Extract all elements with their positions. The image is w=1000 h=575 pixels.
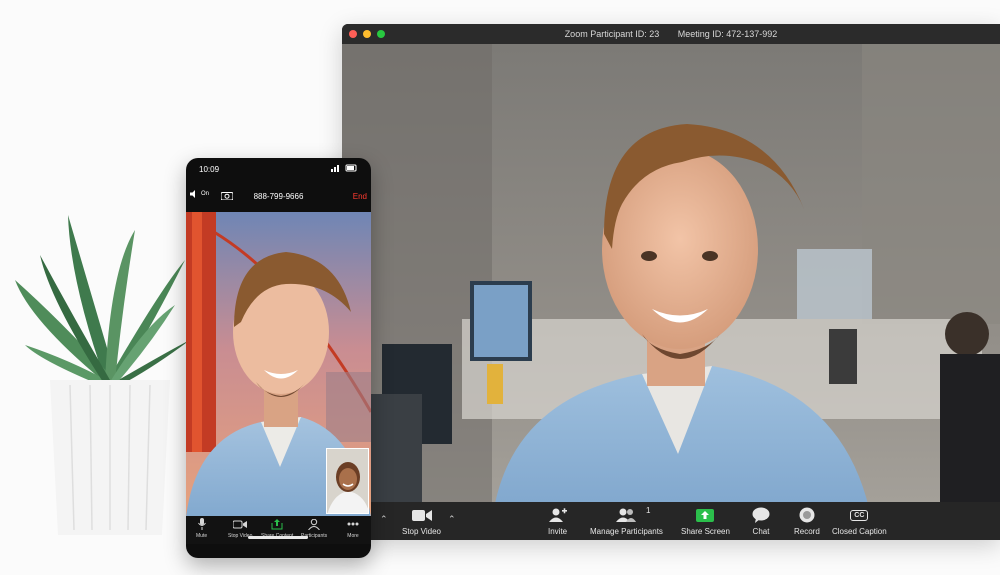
participants-icon <box>616 506 637 524</box>
stop-video-button[interactable]: Stop Video <box>402 506 441 536</box>
meeting-id-text: Meeting ID: 472-137-992 <box>677 29 778 39</box>
desktop-meeting-window: Zoom Participant ID: 23 Meeting ID: 472-… <box>342 24 1000 540</box>
record-label: Record <box>794 527 820 536</box>
mute-icon <box>197 517 206 531</box>
video-camera-icon <box>411 506 432 524</box>
closed-caption-icon: CC <box>850 506 869 524</box>
manage-participants-button[interactable]: Manage Participants <box>590 506 663 536</box>
main-video-feed <box>342 44 1000 522</box>
mute-button[interactable]: Mute <box>196 517 207 539</box>
video-frame-image <box>342 44 1000 522</box>
more-button[interactable]: More <box>347 517 359 539</box>
share-screen-button[interactable]: Share Screen <box>681 506 730 536</box>
phone-number: 888-799-9666 <box>253 192 304 201</box>
record-icon <box>799 506 815 524</box>
caret-up-icon[interactable]: ⌃ <box>448 514 456 525</box>
stage: Zoom Participant ID: 23 Meeting ID: 472-… <box>0 0 1000 575</box>
stop-video-label: Stop Video <box>402 527 441 536</box>
share-screen-icon <box>271 517 283 531</box>
chat-icon <box>752 506 770 524</box>
share-screen-label: Share Screen <box>681 527 730 536</box>
potted-plant-image <box>10 210 200 540</box>
phone-status-bar: 10:09 <box>186 158 371 180</box>
cc-badge: CC <box>850 509 869 521</box>
window-titlebar: Zoom Participant ID: 23 Meeting ID: 472-… <box>342 24 1000 44</box>
more-label: More <box>347 533 359 539</box>
share-screen-icon <box>696 506 715 524</box>
closed-caption-button[interactable]: CC Closed Caption <box>832 506 887 536</box>
participant-id-text: Zoom Participant ID: 23 <box>564 29 660 39</box>
invite-button[interactable]: Invite <box>548 506 567 536</box>
mute-label: Mute <box>196 533 208 539</box>
closed-caption-label: Closed Caption <box>832 527 887 536</box>
self-view-thumbnail[interactable] <box>326 448 369 514</box>
signal-wifi-battery-icon <box>331 164 357 172</box>
window-title: Zoom Participant ID: 23 Meeting ID: 472-… <box>342 29 1000 39</box>
participants-icon <box>308 517 320 531</box>
chat-label: Chat <box>752 527 770 536</box>
meeting-toolbar: ⌃ Stop Video ⌃ Invite Manage Participant… <box>342 502 1000 540</box>
more-icon <box>347 517 359 531</box>
manage-participants-label: Manage Participants <box>590 527 663 536</box>
home-indicator[interactable] <box>248 536 308 539</box>
caret-up-icon[interactable]: ⌃ <box>380 514 388 525</box>
invite-label: Invite <box>548 527 568 536</box>
mobile-phone: 10:09 On 888-799-9666 End Mute Stop Vide… <box>186 158 371 558</box>
phone-clock: 10:09 <box>199 165 220 174</box>
chat-button[interactable]: Chat <box>752 506 770 536</box>
phone-meeting-toolbar: Mute Stop Video Share Content Participan… <box>186 516 371 544</box>
video-camera-icon <box>233 517 248 531</box>
invite-icon <box>548 506 567 524</box>
end-call-button[interactable]: End <box>353 192 367 201</box>
record-button[interactable]: Record <box>794 506 820 536</box>
phone-call-bar: On 888-799-9666 End <box>186 188 371 206</box>
participant-count-badge: 1 <box>646 506 651 515</box>
